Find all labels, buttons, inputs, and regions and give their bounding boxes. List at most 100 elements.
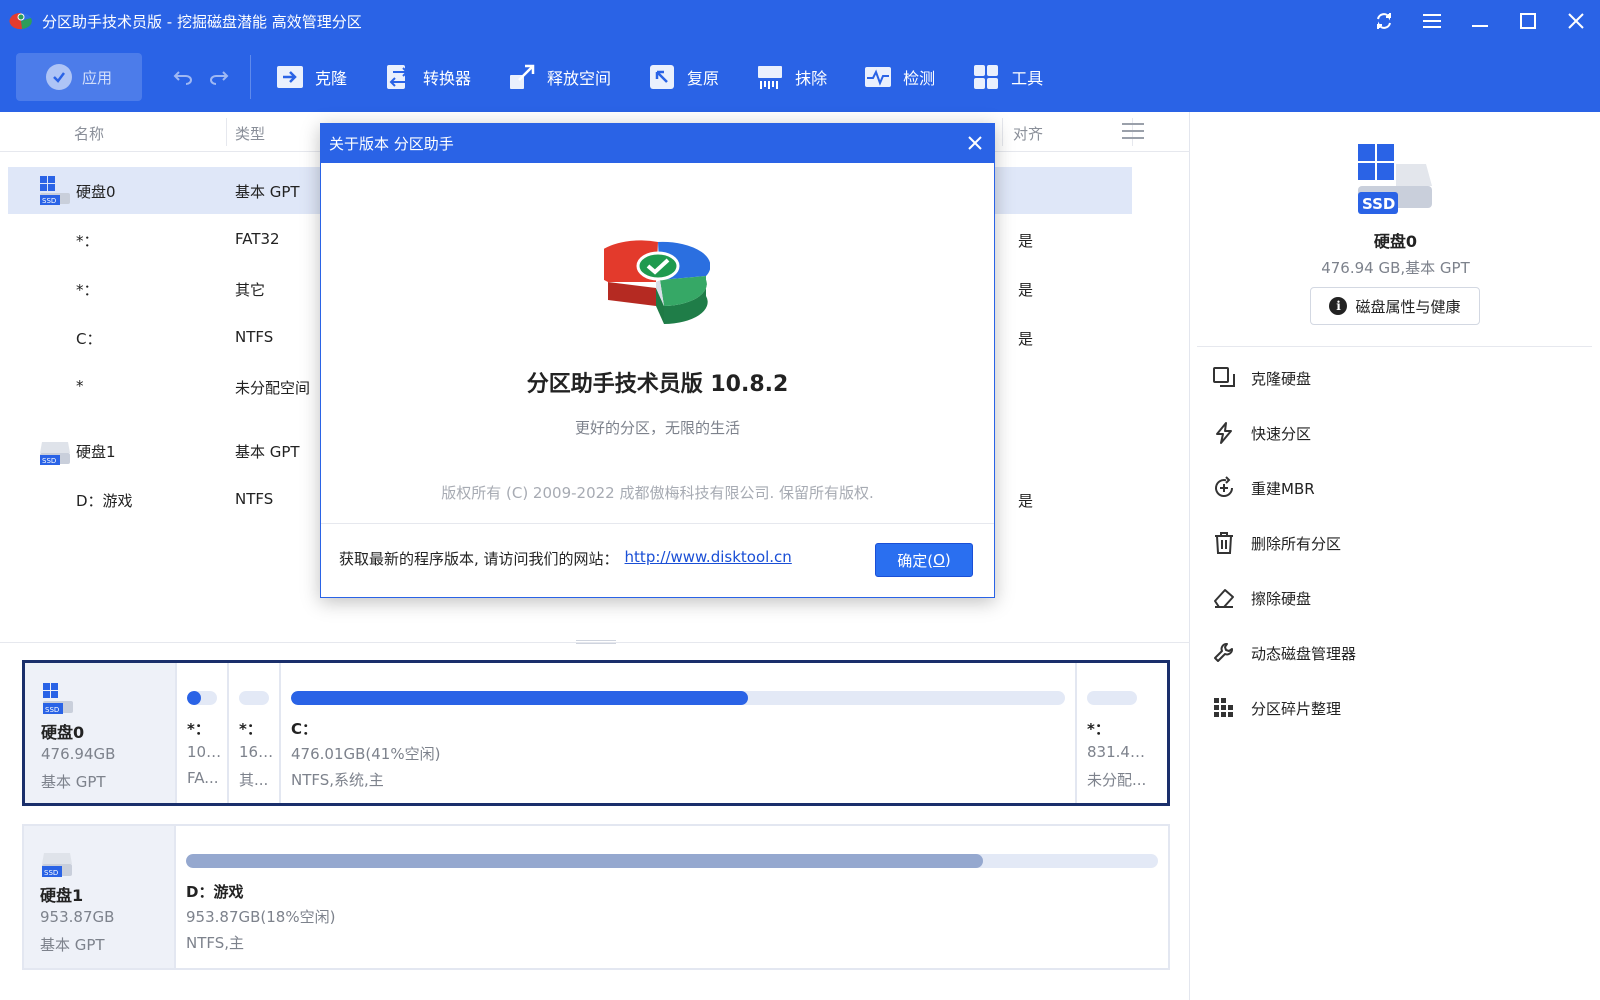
tool-restore[interactable]: 复原 <box>647 62 719 92</box>
clone-icon <box>275 62 305 92</box>
usage-bar <box>291 691 1065 705</box>
tool-clone[interactable]: 克隆 <box>275 62 347 92</box>
partition-block-c[interactable]: C： 476.01GB(41%空闲) NTFS,系统,主 <box>279 663 1075 803</box>
row-type: NTFS <box>235 490 274 508</box>
partition-name: *： <box>239 720 262 738</box>
action-label: 克隆硬盘 <box>1251 369 1312 388</box>
dialog-close-button[interactable] <box>964 132 986 154</box>
partition-fs: NTFS,系统,主 <box>291 771 384 789</box>
rebuild-mbr-icon <box>1211 475 1237 501</box>
disk-map-card-disk1[interactable]: SSD 硬盘1 953.87GB 基本 GPT D：游戏 953.87GB(18… <box>22 824 1170 970</box>
redo-button[interactable] <box>208 66 230 88</box>
action-wipe-disk[interactable]: 擦除硬盘 <box>1211 583 1311 613</box>
maximize-button[interactable] <box>1504 0 1552 42</box>
ssd-windows-disk-icon: SSD <box>1358 144 1432 214</box>
partition-block[interactable]: *： 831.44... 未分配... <box>1075 663 1167 803</box>
action-clone-disk[interactable]: 克隆硬盘 <box>1211 363 1311 393</box>
action-defragment[interactable]: 分区碎片整理 <box>1211 693 1341 723</box>
partition-fs: 其... <box>239 771 269 789</box>
ok-button[interactable]: 确定(O) <box>875 543 973 577</box>
disk-map-card-disk0[interactable]: SSD 硬盘0 476.94GB 基本 GPT *： 100... FA... … <box>22 660 1170 806</box>
disk-properties-button[interactable]: i 磁盘属性与健康 <box>1310 287 1480 325</box>
menu-button[interactable] <box>1408 0 1456 42</box>
minimize-button[interactable] <box>1456 0 1504 42</box>
usage-bar <box>1087 691 1137 705</box>
column-header-align[interactable]: 对齐 <box>1013 123 1043 144</box>
apply-button[interactable]: 应用 <box>16 53 142 101</box>
tool-converter-label: 转换器 <box>423 69 472 88</box>
website-link[interactable]: http://www.disktool.cn <box>625 548 792 569</box>
partition-name: *： <box>187 720 210 738</box>
eraser-icon <box>1211 585 1237 611</box>
disk-properties-label: 磁盘属性与健康 <box>1355 297 1461 316</box>
ok-label-close: ) <box>944 551 951 569</box>
close-icon <box>968 136 982 150</box>
minimize-icon <box>1472 25 1488 27</box>
row-name: *： <box>76 281 99 299</box>
action-label: 删除所有分区 <box>1251 534 1342 553</box>
tool-converter[interactable]: 转换器 <box>383 62 471 92</box>
restore-icon <box>647 62 677 92</box>
column-separator[interactable] <box>1002 118 1003 146</box>
dialog-title-bar: 关于版本 分区助手 <box>321 124 994 163</box>
trash-icon <box>1211 530 1237 556</box>
ssd-windows-disk-icon: SSD <box>40 176 70 205</box>
row-type: 基本 GPT <box>235 183 300 201</box>
column-settings-icon[interactable] <box>1122 121 1144 141</box>
row-name: * <box>76 377 84 395</box>
undo-icon <box>173 71 192 85</box>
action-rebuild-mbr[interactable]: 重建MBR <box>1211 473 1315 503</box>
partition-fs: NTFS,主 <box>186 934 245 952</box>
tool-free-space-label: 释放空间 <box>547 69 612 88</box>
column-separator[interactable] <box>226 118 227 146</box>
action-quick-partition[interactable]: 快速分区 <box>1211 418 1311 448</box>
svg-text:SSD: SSD <box>1362 195 1395 213</box>
disk-type: 基本 GPT <box>41 773 106 791</box>
wipe-icon <box>755 62 785 92</box>
refresh-button[interactable] <box>1360 0 1408 42</box>
usage-bar <box>239 691 269 705</box>
disk-name: 硬盘0 <box>41 723 85 742</box>
partition-block-d[interactable]: D：游戏 953.87GB(18%空闲) NTFS,主 <box>174 826 1168 968</box>
partition-name: *： <box>1087 720 1110 738</box>
action-label: 分区碎片整理 <box>1251 699 1342 718</box>
tool-free-space[interactable]: 释放空间 <box>507 62 611 92</box>
disk-name: 硬盘1 <box>40 886 84 905</box>
product-logo-icon <box>604 240 710 324</box>
tool-check[interactable]: 检测 <box>863 62 935 92</box>
disk-details-panel: SSD 硬盘0 476.94 GB,基本 GPT i 磁盘属性与健康 克隆硬盘 … <box>1191 112 1600 1000</box>
visit-text: 获取最新的程序版本, 请访问我们的网站： <box>339 550 619 568</box>
close-window-button[interactable] <box>1552 0 1600 42</box>
row-name: 硬盘0 <box>76 183 116 201</box>
splitter-handle[interactable] <box>576 640 616 644</box>
partition-fs: 未分配... <box>1087 771 1147 789</box>
tool-tools[interactable]: 工具 <box>971 62 1043 92</box>
row-type: NTFS <box>235 328 274 346</box>
column-header-name[interactable]: 名称 <box>74 123 104 144</box>
tool-restore-label: 复原 <box>687 69 720 88</box>
column-header-type[interactable]: 类型 <box>235 123 265 144</box>
action-label: 动态磁盘管理器 <box>1251 644 1357 663</box>
row-name: C： <box>76 330 102 348</box>
undo-button[interactable] <box>172 66 194 88</box>
disk-summary: SSD 硬盘0 476.94GB 基本 GPT <box>25 663 175 803</box>
usage-bar-fill <box>291 691 748 705</box>
row-name: *： <box>76 232 99 250</box>
partition-size: 100... <box>187 743 225 761</box>
partition-block[interactable]: *： 100... FA... <box>175 663 227 803</box>
close-icon <box>1568 13 1584 29</box>
product-name-version: 分区助手技术员版 10.8.2 <box>526 372 789 397</box>
partition-block[interactable]: *： 16.... 其... <box>227 663 279 803</box>
row-align: 是 <box>1018 232 1034 250</box>
action-delete-all-partitions[interactable]: 删除所有分区 <box>1211 528 1341 558</box>
disk-size: 476.94GB <box>41 745 116 763</box>
disk-size: 953.87GB <box>40 908 115 926</box>
refresh-icon <box>1377 13 1391 29</box>
hamburger-icon <box>1423 14 1441 28</box>
partition-name: D：游戏 <box>186 883 244 901</box>
action-dynamic-disk-manager[interactable]: 动态磁盘管理器 <box>1211 638 1356 668</box>
toolbar: 应用 克隆 转换器 释放空间 复原 抹除 检测 工具 <box>0 42 1600 112</box>
copyright-text: 版权所有 (C) 2009-2022 成都傲梅科技有限公司. 保留所有版权. <box>441 484 874 502</box>
partition-fs: FA... <box>187 769 219 787</box>
tool-wipe[interactable]: 抹除 <box>755 62 827 92</box>
